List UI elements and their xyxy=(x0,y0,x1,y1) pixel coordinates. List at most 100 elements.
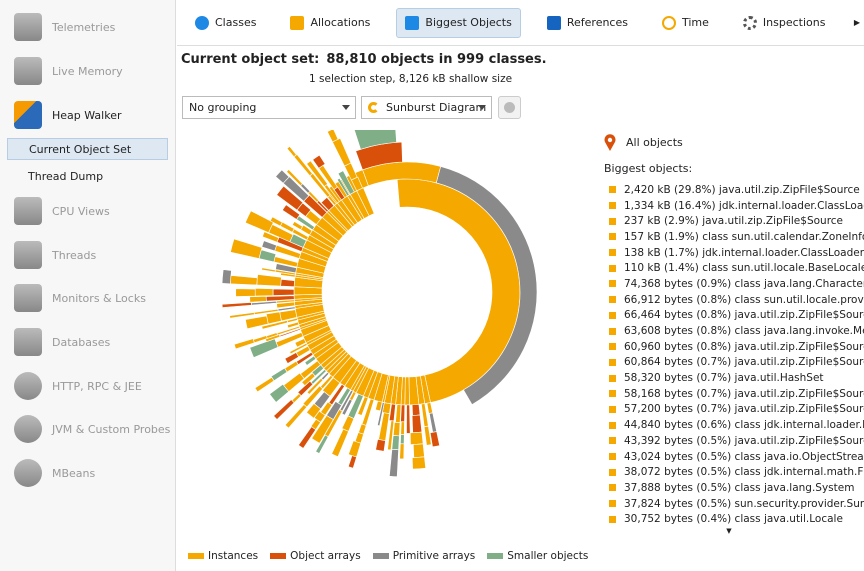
sunburst-segment[interactable] xyxy=(409,431,424,445)
sunburst-segment[interactable] xyxy=(235,288,256,297)
globe-icon xyxy=(14,372,42,400)
view-type-select[interactable]: Sunburst Diagram xyxy=(361,96,492,119)
breadcrumb[interactable]: All objects xyxy=(604,132,864,152)
list-item[interactable]: 37,824 bytes (0.5%) sun.security.provide… xyxy=(604,496,864,512)
list-item[interactable]: 37,888 bytes (0.5%) class java.lang.Syst… xyxy=(604,480,864,496)
sunburst-segment[interactable] xyxy=(272,288,295,296)
list-item[interactable]: 157 kB (1.9%) class sun.util.calendar.Zo… xyxy=(604,229,864,245)
sunburst-segment[interactable] xyxy=(429,431,440,448)
sunburst-segment[interactable] xyxy=(326,130,339,143)
sunburst-segment[interactable] xyxy=(348,440,362,458)
list-item[interactable]: 66,912 bytes (0.8%) class sun.util.local… xyxy=(604,292,864,308)
sunburst-segment[interactable] xyxy=(423,425,432,446)
sunburst-segment[interactable] xyxy=(249,295,267,303)
nav-http-rpc-jee[interactable]: HTTP, RPC & JEE xyxy=(14,368,142,404)
list-item[interactable]: 58,320 bytes (0.7%) java.util.HashSet xyxy=(604,370,864,386)
sunburst-segment[interactable] xyxy=(332,137,352,167)
tab-allocations[interactable]: Allocations xyxy=(282,8,378,38)
instance-marker-icon xyxy=(609,311,616,319)
list-item[interactable]: 237 kB (2.9%) java.util.zip.ZipFile$Sour… xyxy=(604,213,864,229)
tab-time[interactable]: Time xyxy=(654,8,717,38)
sunburst-segment[interactable] xyxy=(230,238,263,259)
sunburst-segment[interactable] xyxy=(261,267,276,273)
sunburst-segment[interactable] xyxy=(399,443,405,460)
sunburst-segment[interactable] xyxy=(375,438,386,452)
tab-biggest-objects[interactable]: Biggest Objects xyxy=(396,7,521,38)
sunburst-segment[interactable] xyxy=(400,404,406,423)
sunburst-segment[interactable] xyxy=(421,403,429,428)
sunburst-segment[interactable] xyxy=(426,402,434,414)
nav-live-memory[interactable]: Live Memory xyxy=(14,53,123,89)
tab-inspections[interactable]: Inspections xyxy=(735,8,834,38)
instance-marker-icon xyxy=(609,217,616,225)
sunburst-segment[interactable] xyxy=(284,360,299,373)
sunburst-segment[interactable] xyxy=(406,404,411,434)
sunburst-segment[interactable] xyxy=(412,443,425,458)
threads-icon xyxy=(14,241,42,269)
sunburst-segment[interactable] xyxy=(389,449,399,478)
sunburst-segment[interactable] xyxy=(395,404,402,424)
sunburst-segment[interactable] xyxy=(411,404,421,416)
sunburst-segment[interactable] xyxy=(252,335,268,344)
nav-jvm-probes[interactable]: JVM & Custom Probes xyxy=(14,411,170,447)
sunburst-segment[interactable] xyxy=(400,434,405,445)
sunburst-segment[interactable] xyxy=(254,288,274,297)
sunburst-segment[interactable] xyxy=(244,210,274,233)
sunburst-diagram[interactable] xyxy=(180,130,610,530)
nav-mbeans[interactable]: MBeans xyxy=(14,455,95,491)
sunburst-segment[interactable] xyxy=(221,302,252,308)
sunburst-segment[interactable] xyxy=(411,414,423,434)
list-item[interactable]: 60,864 bytes (0.7%) java.util.zip.ZipFil… xyxy=(604,355,864,371)
list-item[interactable]: 110 kB (1.4%) class sun.util.locale.Base… xyxy=(604,260,864,276)
list-item[interactable]: 66,464 bytes (0.8%) java.util.zip.ZipFil… xyxy=(604,308,864,324)
instance-marker-icon xyxy=(609,296,616,304)
tab-classes[interactable]: Classes xyxy=(187,8,264,38)
sunburst-segment[interactable] xyxy=(428,412,438,433)
nav-databases[interactable]: Databases xyxy=(14,324,110,360)
sunburst-segment[interactable] xyxy=(273,399,295,420)
list-item[interactable]: 30,752 bytes (0.4%) class java.util.Loca… xyxy=(604,511,864,527)
list-item[interactable]: 138 kB (1.7%) jdk.internal.loader.ClassL… xyxy=(604,245,864,261)
more-tabs-arrow-icon[interactable]: ▶ xyxy=(854,18,860,27)
list-item[interactable]: 1,334 kB (16.4%) jdk.internal.loader.Cla… xyxy=(604,198,864,214)
nav-heap-walker[interactable]: Heap Walker xyxy=(14,97,122,133)
sunburst-segment[interactable] xyxy=(411,456,426,470)
nav-current-object-set[interactable]: Current Object Set xyxy=(7,138,168,160)
tab-references[interactable]: References xyxy=(539,8,636,38)
list-item[interactable]: 60,960 bytes (0.8%) java.util.zip.ZipFil… xyxy=(604,339,864,355)
sunburst-segment[interactable] xyxy=(347,455,357,469)
nav-monitors-locks[interactable]: Monitors & Locks xyxy=(14,280,146,316)
sunburst-segment[interactable] xyxy=(258,249,277,263)
sunburst-segment[interactable] xyxy=(331,428,349,458)
nav-threads[interactable]: Threads xyxy=(14,237,96,273)
list-item[interactable]: 57,200 bytes (0.7%) java.util.zip.ZipFil… xyxy=(604,402,864,418)
instance-marker-icon xyxy=(609,453,616,461)
list-item[interactable]: 74,368 bytes (0.9%) class java.lang.Char… xyxy=(604,276,864,292)
sunburst-segment[interactable] xyxy=(270,367,288,382)
nav-thread-dump[interactable]: Thread Dump xyxy=(7,165,168,187)
list-item[interactable]: 43,024 bytes (0.5%) class java.io.Object… xyxy=(604,449,864,465)
sunburst-segment[interactable] xyxy=(392,421,401,437)
sunburst-segment[interactable] xyxy=(256,274,282,287)
list-item[interactable]: 43,392 bytes (0.5%) java.util.zip.ZipFil… xyxy=(604,433,864,449)
nav-cpu-views[interactable]: CPU Views xyxy=(14,193,110,229)
list-item[interactable]: 58,168 bytes (0.7%) java.util.zip.ZipFil… xyxy=(604,386,864,402)
sunburst-segment[interactable] xyxy=(291,393,302,404)
sunburst-segment[interactable] xyxy=(229,312,255,319)
sunburst-segment[interactable] xyxy=(230,275,258,286)
sunburst-segment[interactable] xyxy=(261,240,277,252)
sunburst-segment[interactable] xyxy=(400,421,405,436)
scroll-down-icon[interactable]: ▼ xyxy=(604,527,854,535)
nav-telemetries[interactable]: Telemetries xyxy=(14,9,115,45)
list-item[interactable]: 44,840 bytes (0.6%) class jdk.internal.l… xyxy=(604,417,864,433)
sunburst-segment[interactable] xyxy=(254,376,275,393)
list-item[interactable]: 38,072 bytes (0.5%) class jdk.internal.m… xyxy=(604,464,864,480)
sunburst-segment[interactable] xyxy=(221,269,232,285)
grouping-select[interactable]: No grouping xyxy=(182,96,356,119)
sunburst-segment[interactable] xyxy=(280,279,295,288)
list-item[interactable]: 2,420 kB (29.8%) java.util.zip.ZipFile$S… xyxy=(604,182,864,198)
sunburst-segment[interactable] xyxy=(391,435,400,451)
list-item[interactable]: 63,608 bytes (0.8%) class java.lang.invo… xyxy=(604,323,864,339)
sunburst-segment[interactable] xyxy=(286,146,297,158)
options-button[interactable] xyxy=(498,96,521,119)
